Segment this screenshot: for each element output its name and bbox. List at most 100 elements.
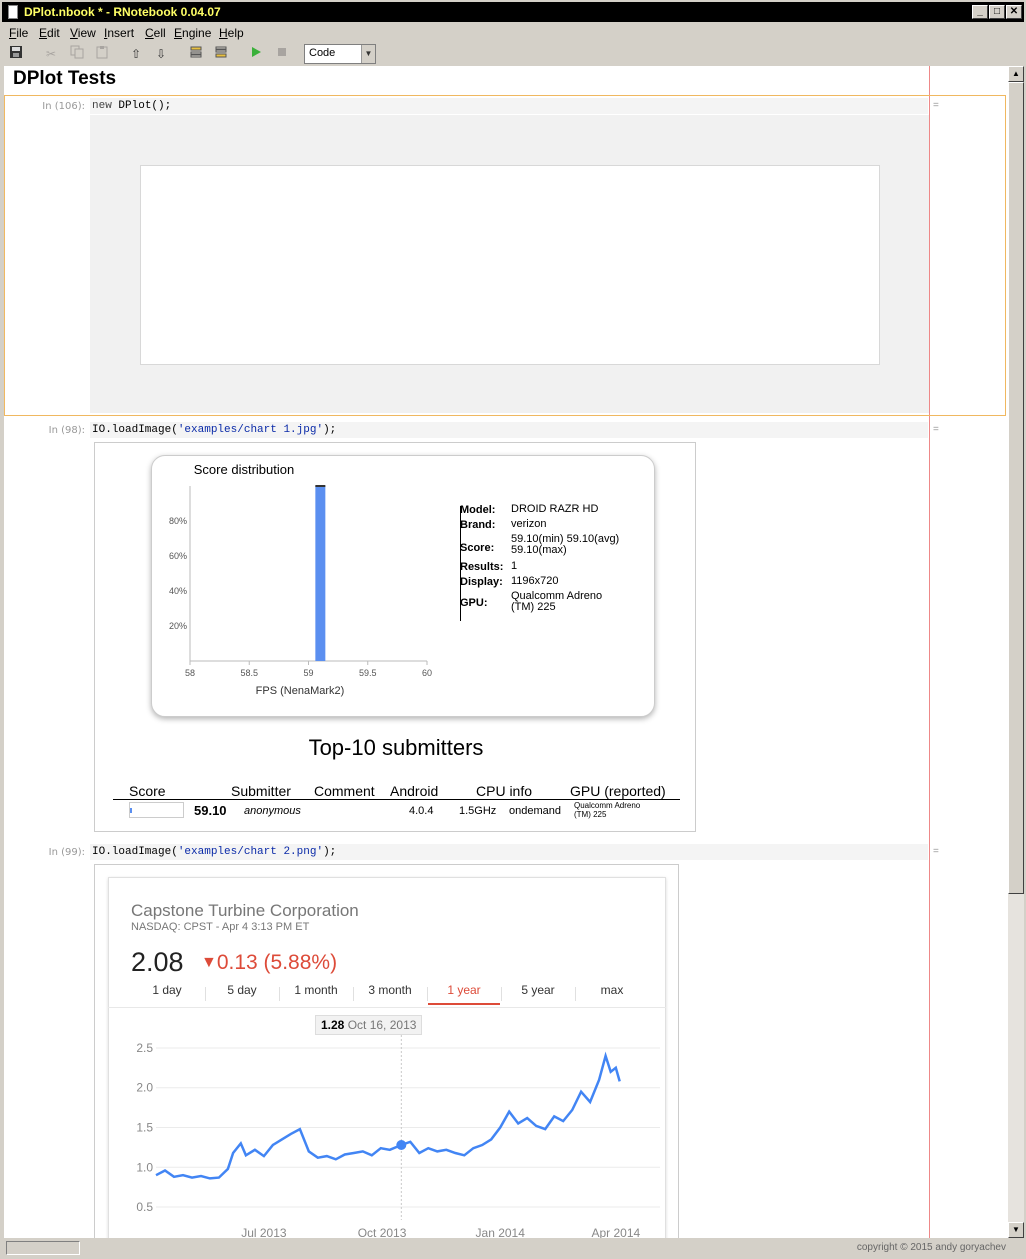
exchange-info: NASDAQ: CPST - Apr 4 3:13 PM ET (131, 921, 310, 933)
y-tick-label: 2.5 (136, 1041, 153, 1055)
paste-icon[interactable] (93, 45, 111, 63)
x-tick-label: 58 (185, 668, 195, 678)
info-key: Model: (460, 504, 496, 516)
insert-below-icon[interactable] (212, 45, 230, 63)
info-value: Qualcomm Adreno (TM) 225 (511, 590, 603, 613)
top10-title: Top-10 submitters (308, 735, 484, 760)
y-tick-label: 80% (169, 516, 187, 526)
menu-help[interactable]: Help (219, 26, 244, 40)
score-chart: Score distribution 58 58.5 59 59.5 60 20% 40% 6… (169, 462, 432, 697)
table-header-rule (113, 799, 680, 800)
info-value: 1 (511, 560, 518, 572)
tab-1-month[interactable]: 1 month (280, 983, 352, 1005)
notebook-editor[interactable]: DPlot Tests In (106): new DPlot(); = In … (4, 66, 1008, 1238)
info-key: Brand: (460, 519, 496, 531)
cell-type-select[interactable]: Code ▼ (304, 44, 376, 64)
code-keyword: new (92, 100, 112, 112)
code-input[interactable]: new DPlot(); (90, 98, 928, 114)
stock-price: 2.08 (131, 947, 184, 977)
menu-cell[interactable]: Cell (145, 26, 166, 40)
code-text: IO.loadImage( (92, 846, 178, 858)
info-key: GPU: (460, 597, 488, 609)
cell-marker: = (933, 100, 939, 111)
tab-3-month[interactable]: 3 month (354, 983, 426, 1005)
info-value: 59.10(min) 59.10(avg) 59.10(max) (511, 533, 620, 556)
stop-icon[interactable] (273, 45, 291, 63)
table-header: Submitter (231, 783, 291, 799)
status-bar: copyright © 2015 andy goryachev (0, 1238, 1026, 1259)
x-tick-label: 59.5 (359, 668, 377, 678)
info-key: Display: (460, 576, 503, 588)
move-down-icon[interactable]: ⇩ (152, 45, 170, 63)
tab-max[interactable]: max (576, 983, 648, 1005)
dplot-canvas[interactable] (140, 165, 880, 365)
cell-prompt: In (99): (48, 847, 85, 858)
chevron-down-icon[interactable]: ▼ (361, 45, 375, 63)
code-text: IO.loadImage( (92, 424, 178, 436)
tab-1-day[interactable]: 1 day (131, 983, 203, 1005)
table-header: Android (390, 783, 439, 799)
scroll-down-icon[interactable]: ▼ (1008, 1222, 1024, 1238)
y-tick-label: 20% (169, 621, 187, 631)
code-input[interactable]: IO.loadImage('examples/chart 1.jpg'); (90, 422, 928, 438)
insert-above-icon[interactable] (187, 45, 205, 63)
price-line (155, 1051, 621, 1180)
close-button[interactable]: ✕ (1006, 5, 1022, 19)
window-title: DPlot.nbook * - RNotebook 0.04.07 (24, 5, 221, 19)
x-tick-label: Jan 2014 (476, 1226, 526, 1238)
menu-engine[interactable]: Engine (174, 26, 211, 40)
tooltip-date: Oct 16, 2013 (347, 1018, 417, 1032)
bar (315, 486, 326, 661)
tab-1-year[interactable]: 1 year (428, 983, 500, 1005)
scroll-up-icon[interactable]: ▲ (1008, 66, 1024, 82)
down-arrow-icon: ▼ (201, 954, 217, 971)
code-string: 'examples/chart 1.jpg' (177, 424, 324, 436)
code-string: 'examples/chart 2.png' (177, 846, 324, 858)
y-tick-label: 2.0 (136, 1081, 153, 1095)
minimize-button[interactable]: _ (972, 5, 988, 19)
maximize-button[interactable]: □ (989, 5, 1005, 19)
code-text: ); (323, 846, 337, 858)
code-text: DPlot(); (111, 100, 172, 112)
tab-5-day[interactable]: 5 day (206, 983, 278, 1005)
info-key: Results: (460, 561, 504, 573)
info-value: verizon (511, 518, 547, 530)
price-change-value: 0.13 (5.88%) (216, 951, 338, 974)
vertical-scrollbar[interactable]: ▲ ▼ (1008, 66, 1024, 1238)
menu-edit[interactable]: Edit (39, 26, 60, 40)
cell-type-value: Code (309, 47, 336, 59)
table-header: Score (129, 783, 166, 799)
image-output-chart2: Capstone Turbine Corporation NASDAQ: CPS… (94, 864, 679, 1238)
table-header: CPU info (476, 783, 533, 799)
menu-file[interactable]: File (9, 26, 28, 40)
table-cell-submitter: anonymous (244, 805, 301, 817)
scroll-thumb[interactable] (1008, 82, 1024, 894)
score-bar-cell (129, 802, 184, 818)
x-tick-label: Apr 2014 (591, 1226, 640, 1238)
image-output-chart1: Score distribution 58 58.5 59 59.5 60 20% 40% 6… (94, 442, 696, 832)
move-up-icon[interactable]: ⇧ (127, 45, 145, 63)
y-tick-label: 1.0 (136, 1160, 153, 1174)
x-tick-label: 59 (303, 668, 313, 678)
menu-view[interactable]: View (70, 26, 96, 40)
y-tick-label: 0.5 (136, 1200, 153, 1214)
tab-5-year[interactable]: 5 year (502, 983, 574, 1005)
code-text: ); (323, 424, 337, 436)
title-bar: DPlot.nbook * - RNotebook 0.04.07 _ □ ✕ (0, 0, 1026, 24)
copyright-text: copyright © 2015 andy goryachev (856, 1242, 1006, 1253)
save-icon[interactable] (7, 45, 25, 63)
info-key: Score: (460, 542, 495, 554)
menu-insert[interactable]: Insert (104, 26, 134, 40)
table-header: GPU (reported) (570, 783, 666, 799)
code-input[interactable]: IO.loadImage('examples/chart 2.png'); (90, 844, 928, 860)
tooltip-value: 1.28 (321, 1018, 345, 1032)
x-axis-label: FPS (NenaMark2) (256, 685, 345, 697)
table-cell-gpu: Qualcomm Adreno (TM) 225 (574, 801, 641, 819)
cut-icon[interactable]: ✂ (42, 45, 60, 63)
run-icon[interactable] (247, 45, 265, 63)
copy-icon[interactable] (68, 45, 86, 63)
table-cell-cpu-freq: 1.5GHz (459, 805, 497, 817)
x-tick-label: 58.5 (240, 668, 258, 678)
x-tick-label: Oct 2013 (358, 1226, 407, 1238)
y-tick-label: 1.5 (136, 1121, 153, 1135)
